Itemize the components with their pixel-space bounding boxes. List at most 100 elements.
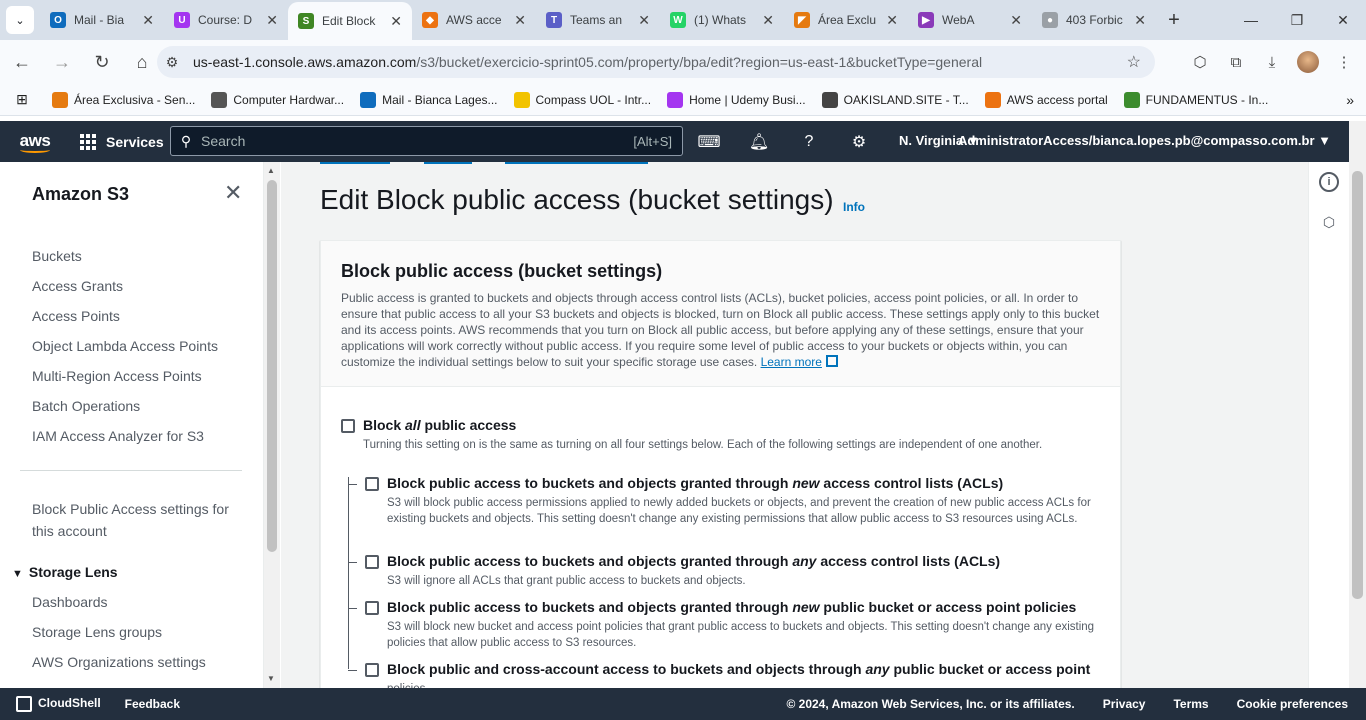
tab-close-icon[interactable]: ✕ [1010,12,1022,29]
browser-tab[interactable]: T Teams an ✕ [536,0,660,40]
panel-description-text: Public access is granted to buckets and … [341,291,1100,369]
cookie-preferences-link[interactable]: Cookie preferences [1237,697,1348,711]
bpa-option-label[interactable]: Block public and cross-account access to… [387,661,1090,677]
menu-kebab-icon[interactable]: ⋮ [1330,48,1358,76]
help-icon[interactable]: ? [796,130,822,154]
tab-close-icon[interactable]: ✕ [514,12,526,29]
scroll-down-icon[interactable]: ▼ [267,674,275,683]
bpa-option-checkbox[interactable] [365,663,379,677]
page-scroll-thumb[interactable] [1352,171,1363,599]
sidebar-item[interactable]: Dashboards [32,594,108,610]
panel-description: Public access is granted to buckets and … [341,290,1100,370]
bookmark-item[interactable]: OAKISLAND.SITE - T... [814,91,977,108]
tab-close-icon[interactable]: ✕ [762,12,774,29]
terms-link[interactable]: Terms [1173,697,1208,711]
aws-logo[interactable]: aws [0,121,70,162]
tab-close-icon[interactable]: ✕ [638,12,650,29]
hexagon-icon[interactable]: ⬡ [1319,212,1339,232]
sidebar-item[interactable]: Object Lambda Access Points [32,338,218,354]
close-icon[interactable]: ✕ [224,180,242,206]
tab-close-icon[interactable]: ✕ [390,13,402,30]
bookmark-label: OAKISLAND.SITE - T... [843,92,969,107]
sidebar-item[interactable]: Buckets [32,248,82,264]
browser-tab[interactable]: ◤ Área Exclu ✕ [784,0,908,40]
bookmark-item[interactable]: Compass UOL - Intr... [506,91,660,108]
storage-lens-section[interactable]: ▼ Storage Lens [12,564,118,580]
browser-tab[interactable]: O Mail - Bia ✕ [40,0,164,40]
new-tab-button[interactable]: + [1156,9,1192,32]
sidebar-item[interactable]: Multi-Region Access Points [32,368,202,384]
browser-tab[interactable]: U Course: D ✕ [164,0,288,40]
cloudshell-button[interactable]: CloudShell [16,696,101,712]
tab-close-icon[interactable]: ✕ [1134,12,1146,29]
account-menu[interactable]: AdministratorAccess/bianca.lopes.pb@comp… [958,133,1331,148]
services-menu-button[interactable]: Services [80,133,164,150]
tab-close-icon[interactable]: ✕ [142,12,154,29]
tab-close-icon[interactable]: ✕ [266,12,278,29]
info-link[interactable]: Info [843,200,865,214]
sidebar-item-bpa-account[interactable]: Block Public Access settings for this ac… [32,498,229,542]
bookmark-item[interactable]: Mail - Bianca Lages... [352,91,505,108]
close-window-icon[interactable]: ✕ [1320,0,1366,40]
apps-grid-icon[interactable]: ⊞ [0,91,44,108]
notifications-bell-icon[interactable]: 🔔︎ [746,130,772,154]
browser-tab[interactable]: ● 403 Forbic ✕ [1032,0,1156,40]
browser-tab[interactable]: S Edit Block ✕ [288,2,412,40]
restore-icon[interactable]: ❐ [1274,0,1320,40]
cloudshell-icon[interactable]: ⌨ [696,130,722,154]
back-icon[interactable]: ← [4,44,40,80]
bpa-option-checkbox[interactable] [365,601,379,615]
profile-avatar[interactable] [1294,48,1322,76]
bookmark-item[interactable]: Área Exclusiva - Sen... [44,91,203,108]
learn-more-link[interactable]: Learn more [761,355,822,369]
info-circle-icon[interactable]: i [1319,172,1339,192]
tab-search-button[interactable]: ⌄ [0,0,40,40]
bpa-option-description: policies [387,681,1107,688]
bookmark-item[interactable]: FUNDAMENTUS - In... [1116,91,1277,108]
bpa-option-label[interactable]: Block public access to buckets and objec… [387,475,1003,491]
bookmark-item[interactable]: Home | Udemy Busi... [659,91,813,108]
home-icon[interactable]: ⌂ [124,44,160,80]
sidebar-item[interactable]: Storage Lens groups [32,624,162,640]
browser-tab[interactable]: ◆ AWS acce ✕ [412,0,536,40]
sidebar-item[interactable]: Batch Operations [32,398,140,414]
bpa-option-checkbox[interactable] [365,477,379,491]
minimize-icon[interactable]: — [1228,0,1274,40]
sidebar-item[interactable]: IAM Access Analyzer for S3 [32,428,204,444]
forward-icon[interactable]: → [44,44,80,80]
download-icon[interactable]: ⤓ [1258,48,1286,76]
site-info-icon[interactable]: ⚙ [157,54,187,71]
bookmark-item[interactable]: Computer Hardwar... [203,91,352,108]
block-all-checkbox[interactable] [341,419,355,433]
scroll-up-icon[interactable]: ▲ [267,166,275,175]
tab-favicon-icon: ● [1042,12,1058,28]
bookmark-item[interactable]: AWS access portal [977,91,1116,108]
privacy-link[interactable]: Privacy [1103,697,1146,711]
bpa-option-label[interactable]: Block public access to buckets and objec… [387,553,1000,569]
tab-title: WebA [942,13,975,27]
tab-close-icon[interactable]: ✕ [886,12,898,29]
extensions-icon[interactable]: ⧉ [1222,48,1250,76]
reload-icon[interactable]: ↻ [84,44,120,80]
settings-gear-icon[interactable]: ⚙ [846,130,872,154]
aws-search-input[interactable]: ⚲ Search [Alt+S] [170,126,683,156]
address-bar[interactable]: ⚙ us-east-1.console.aws.amazon.com/s3/bu… [157,46,1155,78]
tab-title: Edit Block [322,14,376,28]
sidebar-item[interactable]: Access Grants [32,278,123,294]
browser-tab[interactable]: ▶ WebA ✕ [908,0,1032,40]
bookmarks-overflow-icon[interactable]: » [1346,92,1354,108]
bpa-option-checkbox[interactable] [365,555,379,569]
tree-branch [348,608,357,609]
extension-shield-icon[interactable]: ⬡ [1186,48,1214,76]
page-scrollbar[interactable] [1349,121,1366,688]
main-content: Edit Block public access (bucket setting… [281,162,1308,688]
feedback-button[interactable]: Feedback [125,697,180,711]
sidebar-item[interactable]: AWS Organizations settings [32,654,206,670]
sidebar-scroll-thumb[interactable] [267,180,277,552]
block-all-label[interactable]: Block all public access [363,417,516,433]
sidebar-item[interactable]: Access Points [32,308,120,324]
bookmark-star-icon[interactable]: ☆ [1127,52,1141,72]
browser-tab[interactable]: W (1) Whats ✕ [660,0,784,40]
bpa-option-label[interactable]: Block public access to buckets and objec… [387,599,1076,615]
sidebar-scrollbar[interactable]: ▲ ▼ [264,162,280,688]
